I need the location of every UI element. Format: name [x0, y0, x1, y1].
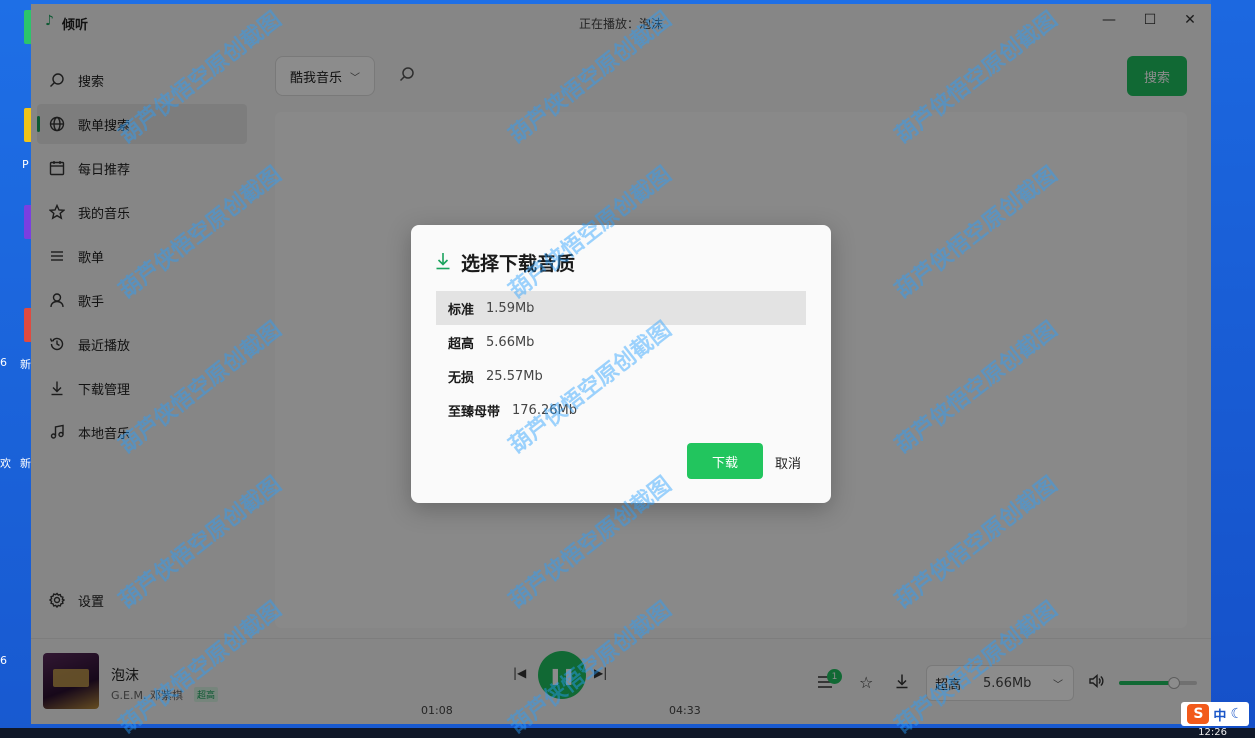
sogou-icon: S — [1187, 704, 1210, 724]
quality-option-label: 超高 — [448, 336, 475, 352]
desktop-label: 6 — [0, 356, 7, 369]
quality-option-high[interactable]: 超高 5.66Mb — [436, 325, 806, 359]
desktop-label: 新 — [20, 358, 31, 371]
quality-option-label: 至臻母带 — [448, 404, 501, 420]
download-icon — [435, 252, 461, 274]
quality-option-label: 标准 — [448, 302, 475, 318]
download-button[interactable]: 下载 — [687, 443, 763, 479]
quality-option-standard[interactable]: 标准 1.59Mb — [436, 291, 806, 325]
desktop-label: 欢 — [0, 457, 11, 470]
moon-icon: ☾ — [1230, 706, 1243, 722]
desktop-right-strip — [1211, 0, 1255, 738]
quality-option-lossless[interactable]: 无损 25.57Mb — [436, 359, 806, 393]
desktop-label: 6 — [0, 654, 7, 667]
dialog-title: 选择下载音质 — [461, 253, 576, 275]
quality-option-label: 无损 — [448, 370, 475, 386]
quality-option-size: 25.57Mb — [486, 368, 543, 384]
ime-mode: 中 — [1213, 708, 1227, 724]
quality-option-size: 5.66Mb — [486, 334, 535, 350]
desktop-label: P — [22, 158, 29, 171]
taskbar — [0, 728, 1255, 738]
quality-option-master[interactable]: 至臻母带 176.26Mb — [436, 393, 806, 427]
dialog-header: 选择下载音质 — [435, 249, 575, 276]
ime-indicator[interactable]: S 中 ☾ — [1181, 702, 1249, 726]
download-quality-dialog: 选择下载音质 标准 1.59Mb 超高 5.66Mb 无损 25.57Mb 至臻… — [411, 225, 831, 503]
quality-option-size: 176.26Mb — [512, 402, 577, 418]
cancel-button[interactable]: 取消 — [775, 453, 801, 472]
desktop-label: 新 — [20, 457, 31, 470]
quality-option-size: 1.59Mb — [486, 300, 535, 316]
tray-clock: 12:26 — [1198, 727, 1227, 738]
